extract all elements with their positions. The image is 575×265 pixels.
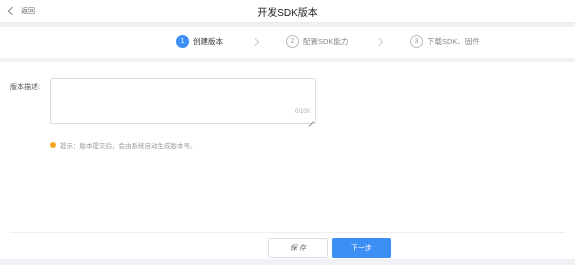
resize-handle-icon[interactable] — [309, 117, 314, 122]
top-header: 返回 开发SDK版本 — [0, 0, 575, 23]
char-counter: 0/100 — [294, 109, 310, 115]
tip-message: 提示：版本提交后，会由系统自动生成版本号。 — [50, 140, 197, 150]
step-3: 3 下载SDK、固件 — [410, 35, 480, 48]
step-2: 2 配置SDK能力 — [286, 35, 348, 48]
step-2-number: 2 — [286, 35, 299, 48]
version-description-textarea[interactable]: 0/100 — [50, 78, 316, 124]
step-arrow-icon — [374, 37, 384, 47]
step-1-number: 1 — [176, 35, 189, 48]
step-2-label: 配置SDK能力 — [303, 37, 349, 46]
warning-dot-icon — [50, 142, 56, 148]
step-3-label: 下载SDK、固件 — [427, 37, 480, 46]
step-3-number: 3 — [410, 35, 423, 48]
save-button[interactable]: 保 存 — [268, 238, 328, 258]
form-panel: 版本描述: 0/100 提示：版本提交后，会由系统自动生成版本号。 保 存 下一… — [0, 62, 575, 259]
next-step-button[interactable]: 下一步 — [332, 238, 391, 258]
step-arrow-icon — [250, 37, 260, 47]
step-1-label: 创建版本 — [193, 37, 223, 46]
page-title: 开发SDK版本 — [257, 8, 318, 19]
steps-bar: 1 创建版本 2 配置SDK能力 3 下载SDK、固件 — [0, 27, 575, 58]
version-description-label: 版本描述: — [10, 84, 40, 91]
bottom-strip — [0, 259, 575, 265]
tip-text: 提示：版本提交后，会由系统自动生成版本号。 — [60, 143, 197, 150]
footer-divider — [10, 232, 565, 233]
step-1: 1 创建版本 — [176, 35, 223, 48]
